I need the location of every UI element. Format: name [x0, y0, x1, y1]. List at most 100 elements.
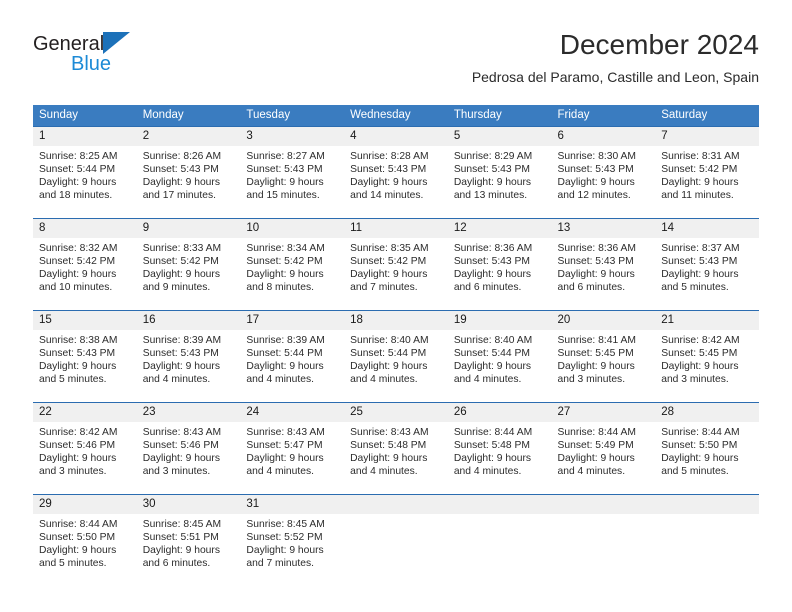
sunset-text: Sunset: 5:43 PM	[142, 347, 219, 359]
calendar-empty-cell	[655, 493, 759, 584]
sunrise-text: Sunrise: 8:32 AM	[39, 242, 118, 254]
daylight-text-line1: Daylight: 9 hours	[661, 452, 739, 464]
calendar-day-cell[interactable]: 11 Sunrise: 8:35 AM Sunset: 5:42 PM Dayligh…	[344, 217, 448, 310]
sunset-text: Sunset: 5:49 PM	[557, 439, 634, 451]
calendar-day-cell[interactable]: 4 Sunrise: 8:28 AM Sunset: 5:43 PM Daylight…	[344, 125, 448, 218]
sunrise-text: Sunrise: 8:45 AM	[246, 518, 325, 530]
calendar-day-cell[interactable]: 20 Sunrise: 8:41 AM Sunset: 5:45 PM Dayligh…	[551, 309, 656, 402]
calendar-day-cell[interactable]: 14 Sunrise: 8:37 AM Sunset: 5:43 PM Dayligh…	[655, 217, 759, 310]
calendar-day-cell[interactable]: 13 Sunrise: 8:36 AM Sunset: 5:43 PM Dayligh…	[551, 217, 656, 310]
calendar-week-row: 8 Sunrise: 8:32 AM Sunset: 5:42 PM Daylight…	[33, 217, 759, 310]
calendar-day-cell[interactable]: 1 Sunrise: 8:25 AM Sunset: 5:44 PM Daylight…	[33, 125, 137, 218]
calendar-day-cell[interactable]: 6 Sunrise: 8:30 AM Sunset: 5:43 PM Daylight…	[551, 125, 656, 218]
sunset-text: Sunset: 5:47 PM	[246, 439, 323, 451]
calendar-day-cell[interactable]: 22 Sunrise: 8:42 AM Sunset: 5:46 PM Dayligh…	[33, 401, 137, 494]
sunrise-text: Sunrise: 8:42 AM	[661, 334, 740, 346]
day-number: 17	[240, 310, 345, 330]
calendar-day-cell[interactable]: 28 Sunrise: 8:44 AM Sunset: 5:50 PM Dayligh…	[655, 401, 759, 494]
calendar-day-cell[interactable]: 21 Sunrise: 8:42 AM Sunset: 5:45 PM Dayligh…	[655, 309, 759, 402]
daylight-text-line2: and 13 minutes.	[453, 190, 528, 202]
calendar-day-cell[interactable]: 19 Sunrise: 8:40 AM Sunset: 5:44 PM Dayligh…	[447, 309, 552, 402]
general-blue-logo[interactable]: General Blue	[33, 32, 263, 84]
day-number: 23	[136, 402, 241, 422]
daylight-text-line2: and 3 minutes.	[39, 466, 107, 478]
calendar-day-cell[interactable]: 25 Sunrise: 8:43 AM Sunset: 5:48 PM Dayligh…	[344, 401, 448, 494]
sunrise-text: Sunrise: 8:25 AM	[39, 150, 118, 162]
calendar-day-cell[interactable]: 5 Sunrise: 8:29 AM Sunset: 5:43 PM Daylight…	[447, 125, 552, 218]
sunset-text: Sunset: 5:46 PM	[39, 439, 116, 451]
calendar-day-cell[interactable]: 10 Sunrise: 8:34 AM Sunset: 5:42 PM Dayligh…	[240, 217, 345, 310]
day-number: 6	[551, 126, 656, 146]
sunrise-text: Sunrise: 8:39 AM	[142, 334, 222, 346]
day-number: 16	[136, 310, 241, 330]
daylight-text-line1: Daylight: 9 hours	[142, 360, 220, 372]
sunrise-text: Sunrise: 8:34 AM	[246, 242, 325, 254]
day-number	[655, 494, 759, 514]
sunset-text: Sunset: 5:48 PM	[350, 439, 427, 451]
daylight-text-line1: Daylight: 9 hours	[142, 176, 220, 188]
calendar-day-cell[interactable]: 7 Sunrise: 8:31 AM Sunset: 5:42 PM Daylight…	[655, 125, 759, 218]
sunset-text: Sunset: 5:45 PM	[557, 347, 634, 359]
sunset-text: Sunset: 5:50 PM	[39, 531, 116, 543]
calendar-body: 1 Sunrise: 8:25 AM Sunset: 5:44 PM Daylight…	[33, 125, 759, 584]
sunrise-text: Sunrise: 8:33 AM	[142, 242, 222, 254]
title-block: December 2024 Pedrosa del Paramo, Castil…	[472, 28, 759, 87]
calendar-week-row: 22 Sunrise: 8:42 AM Sunset: 5:46 PM Dayligh…	[33, 401, 759, 494]
day-details: Sunrise: 8:39 AM Sunset: 5:44 PM Daylight:…	[240, 330, 344, 387]
daylight-text-line2: and 18 minutes.	[39, 190, 113, 202]
sunrise-text: Sunrise: 8:45 AM	[142, 518, 222, 530]
calendar-week-row: 1 Sunrise: 8:25 AM Sunset: 5:44 PM Daylight…	[33, 125, 759, 218]
calendar-day-cell[interactable]: 26 Sunrise: 8:44 AM Sunset: 5:48 PM Dayligh…	[447, 401, 552, 494]
day-number: 26	[447, 402, 552, 422]
sunset-text: Sunset: 5:46 PM	[142, 439, 219, 451]
day-details: Sunrise: 8:30 AM Sunset: 5:43 PM Daylight:…	[552, 146, 656, 203]
day-details: Sunrise: 8:44 AM Sunset: 5:50 PM Daylight:…	[655, 422, 759, 479]
calendar-day-cell[interactable]: 23 Sunrise: 8:43 AM Sunset: 5:46 PM Dayligh…	[136, 401, 241, 494]
calendar-day-cell[interactable]: 29 Sunrise: 8:44 AM Sunset: 5:50 PM Dayligh…	[33, 493, 137, 584]
daylight-text-line2: and 17 minutes.	[142, 190, 216, 202]
brand-name-general: General	[33, 33, 105, 55]
calendar-empty-cell	[447, 493, 552, 584]
calendar-day-cell[interactable]: 2 Sunrise: 8:26 AM Sunset: 5:43 PM Daylight…	[136, 125, 241, 218]
calendar-day-cell[interactable]: 18 Sunrise: 8:40 AM Sunset: 5:44 PM Dayligh…	[344, 309, 448, 402]
calendar-empty-cell	[344, 493, 448, 584]
calendar-day-cell[interactable]: 12 Sunrise: 8:36 AM Sunset: 5:43 PM Dayligh…	[447, 217, 552, 310]
daylight-text-line2: and 6 minutes.	[453, 282, 522, 294]
calendar-day-cell[interactable]: 8 Sunrise: 8:32 AM Sunset: 5:42 PM Daylight…	[33, 217, 137, 310]
calendar-day-cell[interactable]: 16 Sunrise: 8:39 AM Sunset: 5:43 PM Dayligh…	[136, 309, 241, 402]
daylight-text-line2: and 5 minutes.	[39, 374, 107, 386]
weekday-header-tuesday: Tuesday	[240, 105, 345, 126]
daylight-text-line2: and 4 minutes.	[350, 374, 418, 386]
sunrise-text: Sunrise: 8:42 AM	[39, 426, 118, 438]
day-number: 14	[655, 218, 759, 238]
calendar-day-cell[interactable]: 17 Sunrise: 8:39 AM Sunset: 5:44 PM Dayligh…	[240, 309, 345, 402]
calendar-week-row: 29 Sunrise: 8:44 AM Sunset: 5:50 PM Dayligh…	[33, 493, 759, 584]
day-number: 13	[551, 218, 656, 238]
daylight-text-line2: and 3 minutes.	[557, 374, 626, 386]
calendar-day-cell[interactable]: 30 Sunrise: 8:45 AM Sunset: 5:51 PM Dayligh…	[136, 493, 241, 584]
calendar-day-cell[interactable]: 24 Sunrise: 8:43 AM Sunset: 5:47 PM Dayligh…	[240, 401, 345, 494]
sunrise-text: Sunrise: 8:36 AM	[453, 242, 533, 254]
calendar-day-cell[interactable]: 31 Sunrise: 8:45 AM Sunset: 5:52 PM Dayligh…	[240, 493, 345, 584]
daylight-text-line1: Daylight: 9 hours	[350, 452, 428, 464]
day-number: 22	[33, 402, 137, 422]
sunset-text: Sunset: 5:42 PM	[350, 255, 427, 267]
daylight-text-line2: and 7 minutes.	[350, 282, 418, 294]
sunrise-text: Sunrise: 8:43 AM	[246, 426, 325, 438]
sunset-text: Sunset: 5:48 PM	[453, 439, 530, 451]
sunset-text: Sunset: 5:45 PM	[661, 347, 738, 359]
sunset-text: Sunset: 5:44 PM	[453, 347, 530, 359]
day-details: Sunrise: 8:35 AM Sunset: 5:42 PM Daylight:…	[344, 238, 448, 295]
daylight-text-line1: Daylight: 9 hours	[453, 452, 532, 464]
calendar-day-cell[interactable]: 3 Sunrise: 8:27 AM Sunset: 5:43 PM Daylight…	[240, 125, 345, 218]
weekday-header-wednesday: Wednesday	[344, 105, 448, 126]
calendar-day-cell[interactable]: 9 Sunrise: 8:33 AM Sunset: 5:42 PM Daylight…	[136, 217, 241, 310]
sunrise-text: Sunrise: 8:44 AM	[661, 426, 740, 438]
daylight-text-line2: and 4 minutes.	[246, 466, 314, 478]
day-details: Sunrise: 8:40 AM Sunset: 5:44 PM Daylight:…	[344, 330, 448, 387]
day-details: Sunrise: 8:42 AM Sunset: 5:45 PM Daylight:…	[655, 330, 759, 387]
day-number: 24	[240, 402, 345, 422]
calendar-day-cell[interactable]: 15 Sunrise: 8:38 AM Sunset: 5:43 PM Dayligh…	[33, 309, 137, 402]
calendar-day-cell[interactable]: 27 Sunrise: 8:44 AM Sunset: 5:49 PM Dayligh…	[551, 401, 656, 494]
weekday-header-saturday: Saturday	[655, 105, 759, 126]
